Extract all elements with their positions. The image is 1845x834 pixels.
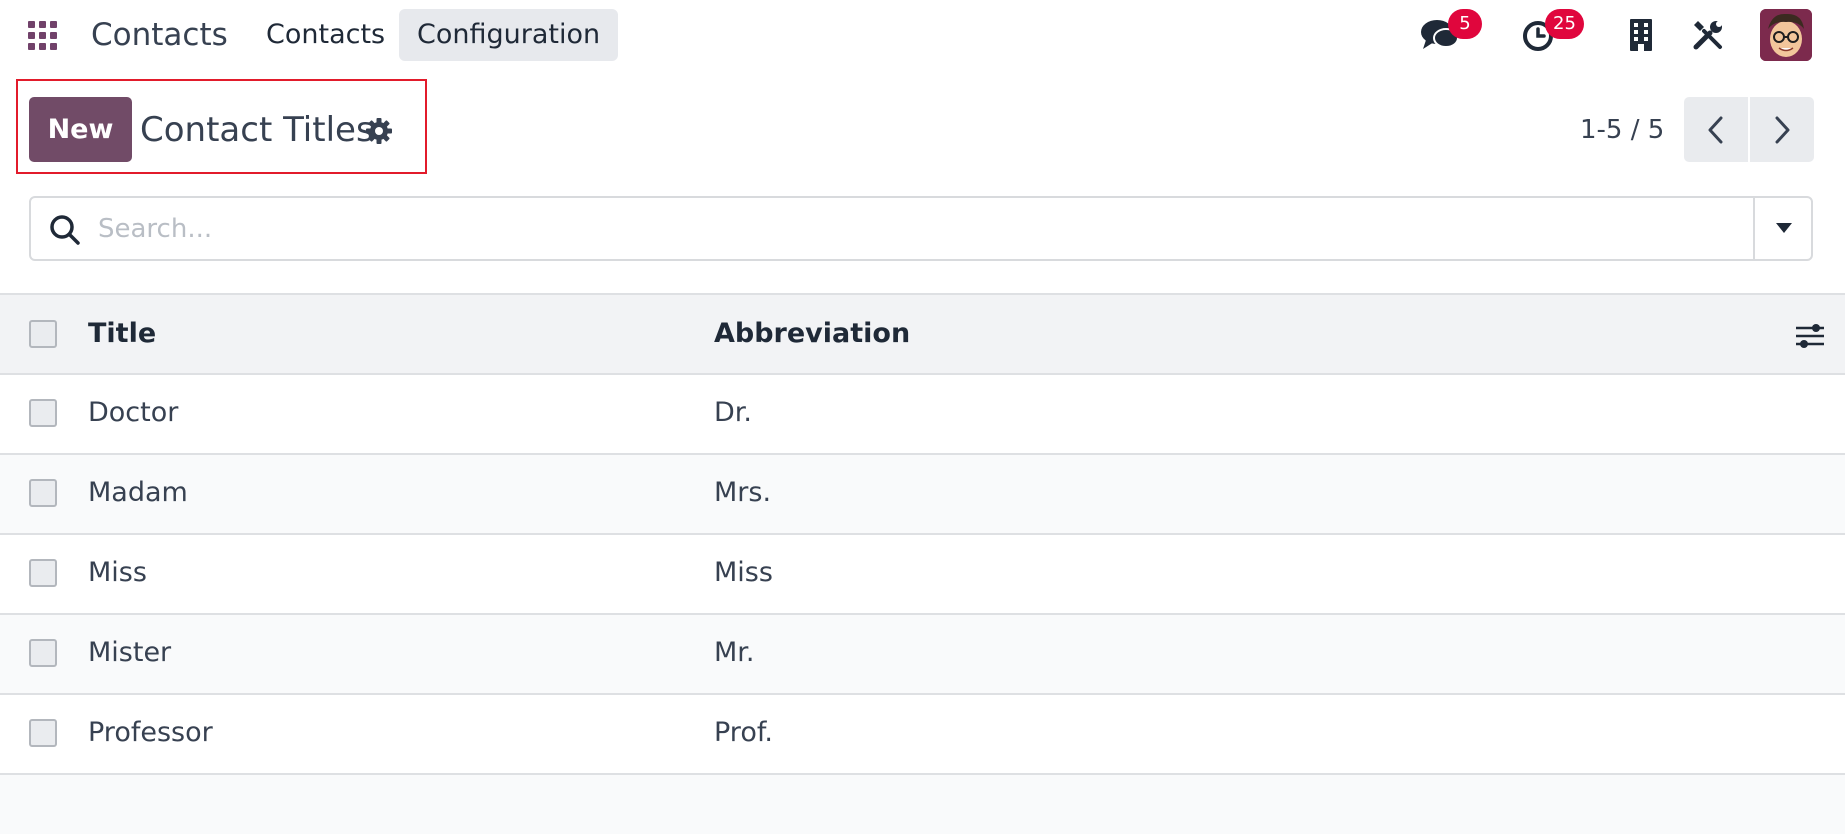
new-button[interactable]: New [29,97,132,162]
apps-grid-icon[interactable] [28,21,58,51]
cell-title: Professor [88,717,213,748]
user-avatar[interactable] [1760,9,1812,61]
chevron-right-icon [1775,116,1790,144]
table-row[interactable]: Miss Miss [0,535,1845,615]
cell-abbreviation: Mr. [714,637,755,668]
cell-title: Miss [88,557,147,588]
column-header-abbreviation[interactable]: Abbreviation [714,316,910,352]
cell-abbreviation: Miss [714,557,773,588]
search-icon [50,215,80,245]
table-row[interactable]: Doctor Dr. [0,375,1845,455]
cell-abbreviation: Mrs. [714,477,772,508]
top-navbar: Contacts Contacts Configuration 5 25 [0,0,1845,70]
page-title: Contact Titles [140,110,374,150]
table-header: Title Abbreviation [0,293,1845,375]
tools-icon[interactable] [1692,19,1724,51]
row-checkbox[interactable] [29,639,57,667]
menu-configuration[interactable]: Configuration [399,9,619,61]
optional-columns-toggle-icon[interactable] [1795,322,1825,350]
cell-title: Madam [88,477,188,508]
activities-badge: 25 [1545,9,1584,39]
caret-down-icon [1776,223,1792,233]
pager-next-button[interactable] [1750,97,1814,162]
search-input[interactable] [98,206,1698,251]
row-checkbox[interactable] [29,479,57,507]
table-row[interactable]: Madam Mrs. [0,455,1845,535]
row-checkbox[interactable] [29,399,57,427]
row-checkbox[interactable] [29,719,57,747]
pager-value[interactable]: 1-5 / 5 [1580,112,1664,148]
cell-title: Doctor [88,397,179,428]
menu-contacts[interactable]: Contacts [248,9,403,61]
gear-icon[interactable] [365,117,393,145]
app-brand[interactable]: Contacts [91,15,228,55]
cell-abbreviation: Dr. [714,397,752,428]
select-all-checkbox[interactable] [29,320,57,348]
cell-title: Mister [88,637,172,668]
table-row[interactable]: Mister Mr. [0,615,1845,695]
pager-previous-button[interactable] [1684,97,1748,162]
cell-abbreviation: Prof. [714,717,773,748]
building-icon[interactable] [1629,19,1653,51]
search-options-toggle[interactable] [1753,198,1811,259]
table-row[interactable]: Professor Prof. [0,695,1845,775]
chevron-left-icon [1708,116,1723,144]
column-header-title[interactable]: Title [88,316,156,352]
row-checkbox[interactable] [29,559,57,587]
search-bar [29,196,1813,261]
messages-badge: 5 [1448,9,1482,39]
